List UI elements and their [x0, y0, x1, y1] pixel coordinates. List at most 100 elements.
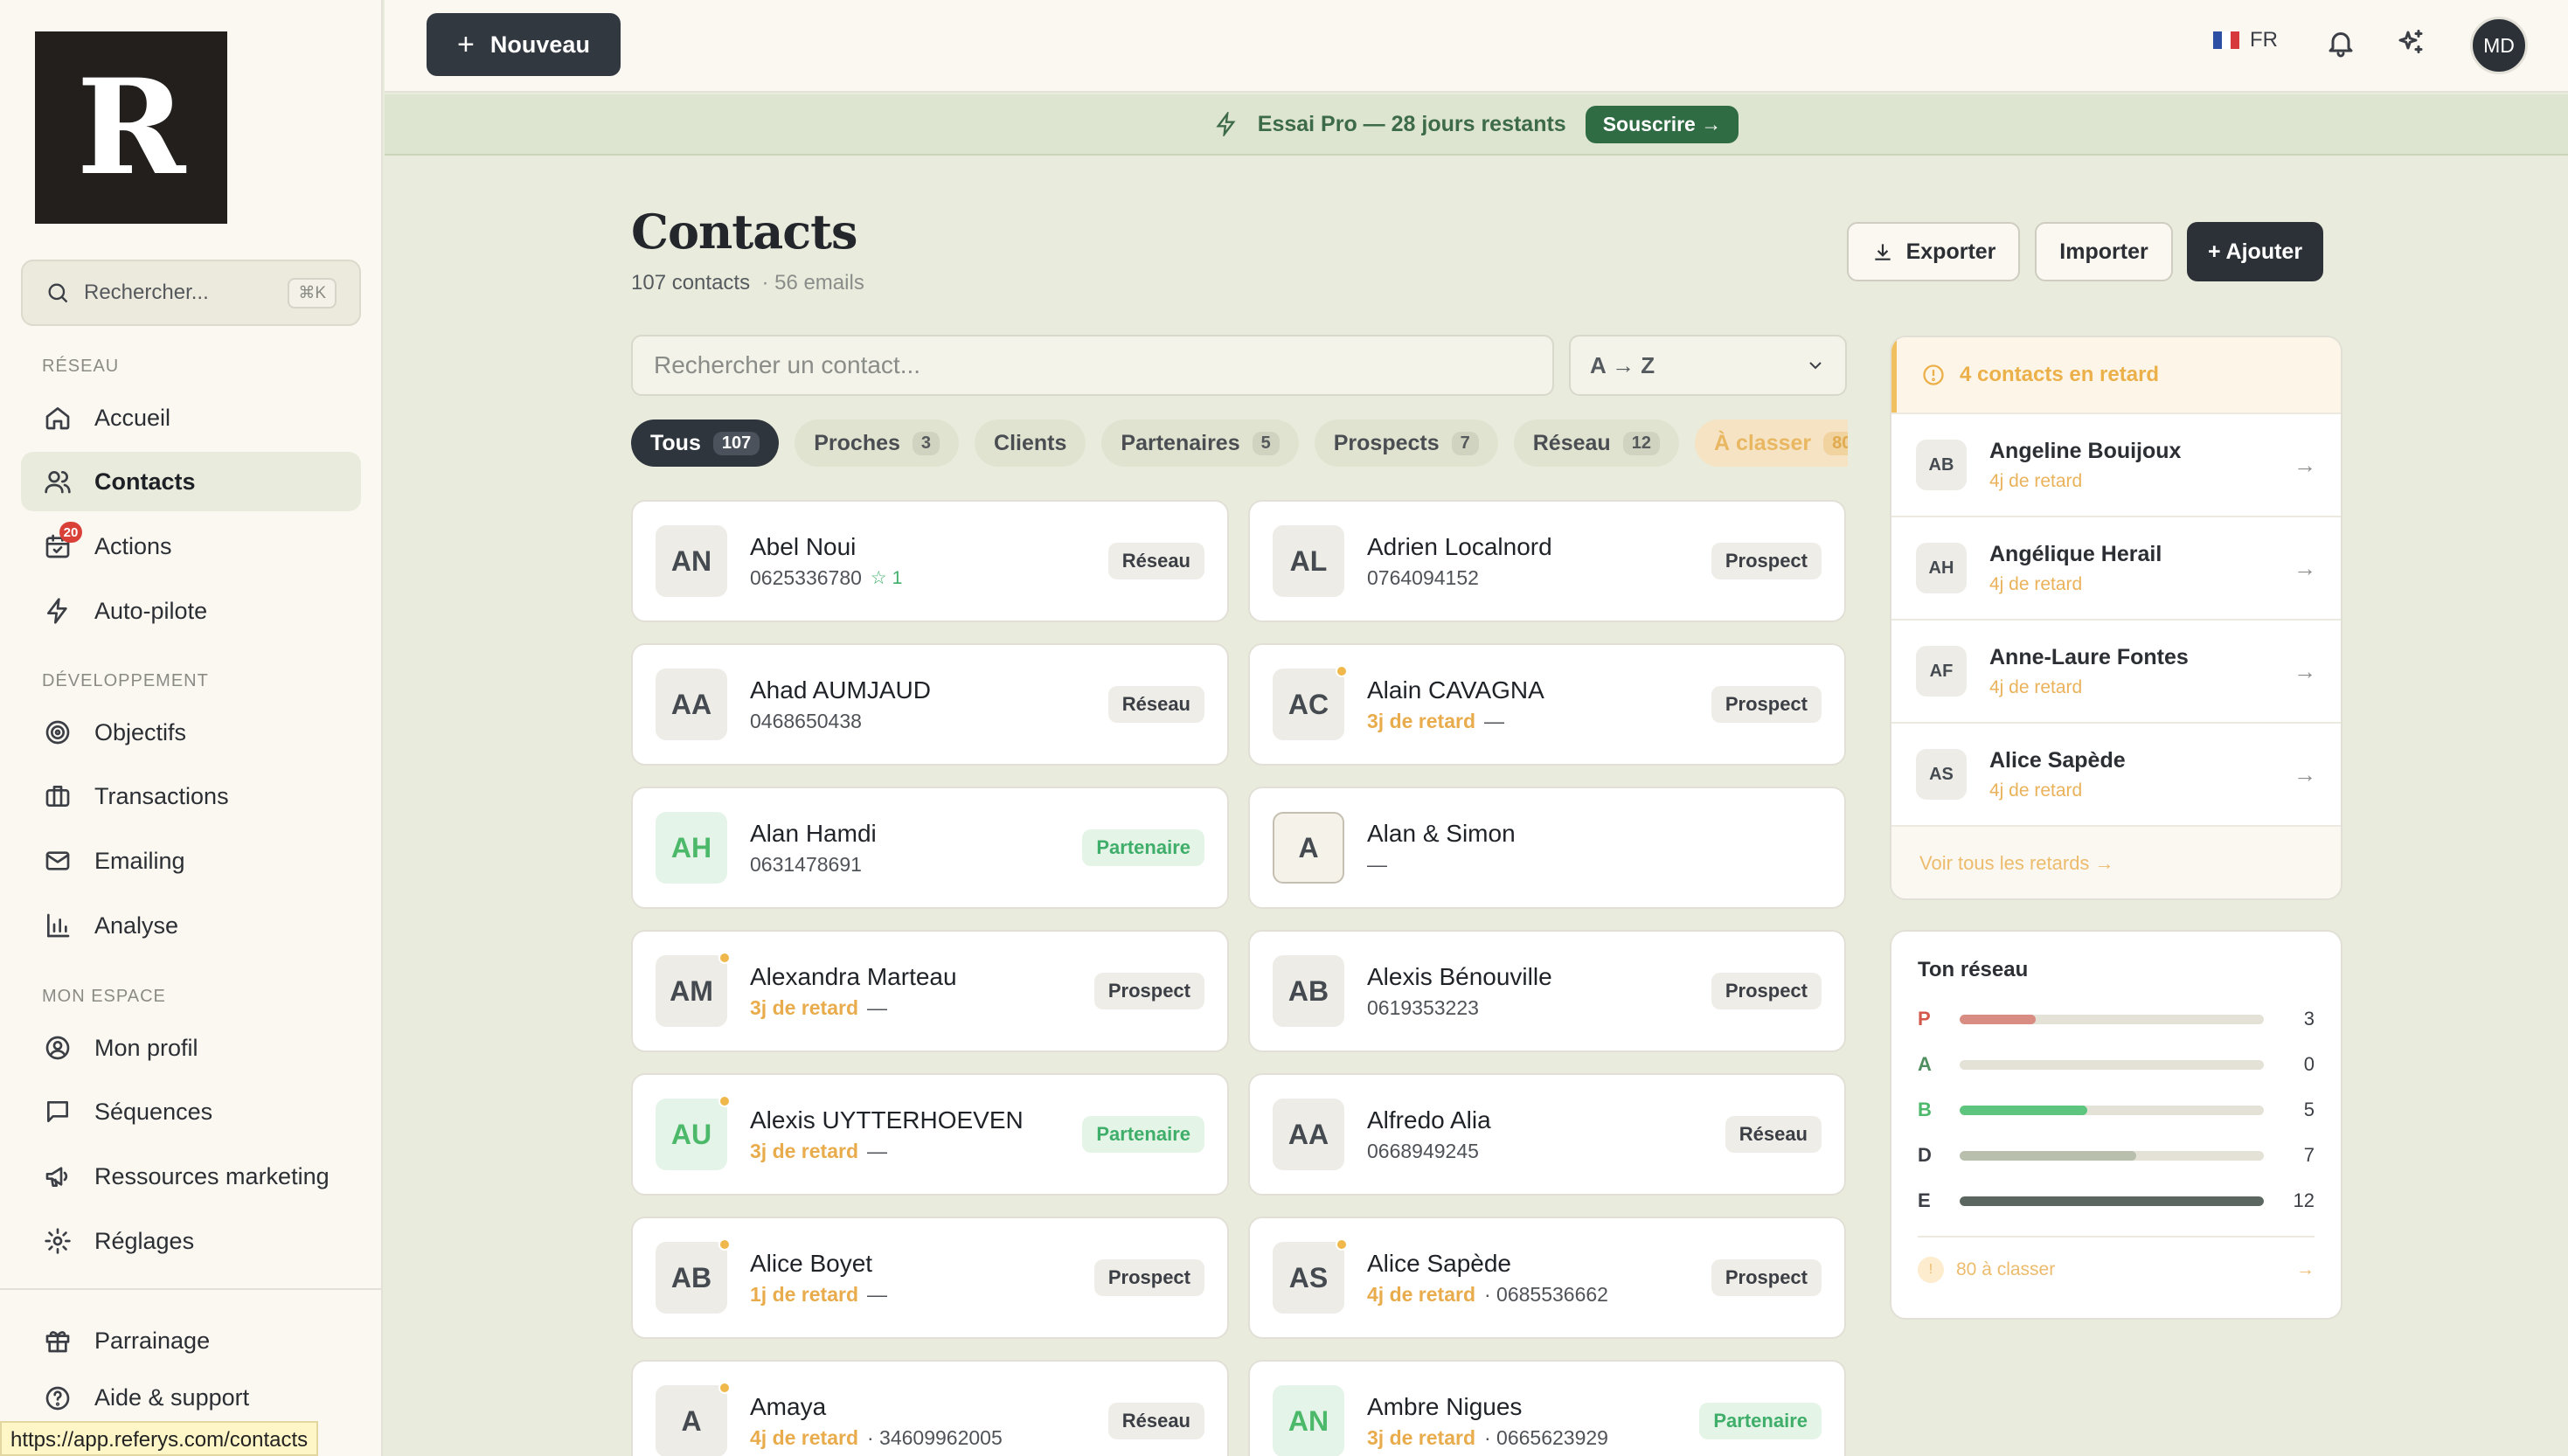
sidebar-item-ressources-marketing[interactable]: Ressources marketing — [21, 1147, 361, 1206]
contact-phone: — — [867, 1139, 887, 1162]
add-contact-button[interactable]: + Ajouter — [2187, 222, 2323, 281]
help-icon — [42, 1383, 73, 1414]
sidebar-item-transactions[interactable]: Transactions — [21, 766, 361, 826]
sidebar-item-emailing[interactable]: Emailing — [21, 831, 361, 891]
contact-card[interactable]: AA Alfredo Alia 0668949245 Réseau — [1248, 1073, 1846, 1196]
bell-icon[interactable] — [2325, 27, 2356, 63]
emails-count: · 56 emails — [761, 271, 864, 295]
sidebar-item-actions[interactable]: 20 Actions — [21, 517, 361, 576]
filter-label: Prospects — [1333, 430, 1440, 455]
overdue-row[interactable]: AF Anne-Laure Fontes 4j de retard → — [1891, 619, 2341, 722]
contact-card[interactable]: AN Abel Noui 0625336780 ☆ 1 Réseau — [631, 500, 1229, 622]
warning-badge-icon: ! — [1918, 1257, 1944, 1283]
late-indicator: 4j de retard — [1367, 1282, 1475, 1306]
overdue-avatar: AF — [1916, 646, 1967, 697]
sparkles-icon[interactable] — [2395, 27, 2426, 63]
alert-circle-icon — [1923, 364, 1944, 385]
filter-reseau[interactable]: Réseau 12 — [1513, 419, 1679, 467]
sidebar-item-reglages[interactable]: Réglages — [21, 1211, 361, 1271]
sidebar-item-label: Contacts — [94, 468, 196, 495]
new-button[interactable]: + Nouveau — [427, 13, 621, 76]
bolt-icon — [42, 595, 73, 627]
contact-details: 3j de retard — — [750, 1140, 1024, 1163]
contact-tag: Partenaire — [1699, 1403, 1822, 1439]
overdue-row[interactable]: AS Alice Sapède 4j de retard → — [1891, 722, 2341, 825]
sidebar-item-objectifs[interactable]: Objectifs — [21, 703, 361, 762]
filter-clients[interactable]: Clients — [975, 419, 1086, 467]
contact-card[interactable]: AB Alice Boyet 1j de retard — Prospect — [631, 1217, 1229, 1339]
sidebar-item-aide-support[interactable]: Aide & support — [21, 1375, 361, 1421]
network-letter: D — [1918, 1144, 1932, 1166]
sidebar-item-mon-profil[interactable]: Mon profil — [21, 1018, 361, 1078]
sidebar-item-label: Objectifs — [94, 718, 187, 745]
import-button[interactable]: Importer — [2035, 222, 2173, 281]
contact-name: Alexis UYTTERHOEVEN — [750, 1106, 1024, 1134]
contact-info: Alexis UYTTERHOEVEN 3j de retard — — [750, 1106, 1024, 1163]
sidebar-item-analyse[interactable]: Analyse — [21, 896, 361, 955]
contact-card[interactable]: A Alan & Simon — — [1248, 787, 1846, 909]
contact-phone: 0668949245 — [1367, 1139, 1479, 1162]
contact-card[interactable]: AC Alain CAVAGNA 3j de retard — Prospect — [1248, 643, 1846, 766]
contact-card[interactable]: AB Alexis Bénouville 0619353223 Prospect — [1248, 930, 1846, 1052]
filter-proches[interactable]: Proches 3 — [795, 419, 960, 467]
new-button-label: Nouveau — [489, 31, 590, 58]
download-icon — [1874, 244, 1891, 260]
contact-card[interactable]: AL Adrien Localnord 0764094152 Prospect — [1248, 500, 1846, 622]
import-label: Importer — [2059, 239, 2148, 264]
language-label: FR — [2250, 28, 2278, 52]
contact-avatar: A — [1273, 812, 1344, 884]
sort-select[interactable]: A → Z — [1569, 335, 1847, 396]
sidebar-item-label: Actions — [94, 532, 172, 559]
network-letter: P — [1918, 1008, 1931, 1030]
actions-badge: 20 — [59, 522, 82, 543]
sidebar-item-parrainage[interactable]: Parrainage — [21, 1311, 361, 1370]
contact-card[interactable]: AH Alan Hamdi 0631478691 Partenaire — [631, 787, 1229, 909]
filter-count: 12 — [1622, 431, 1660, 455]
sidebar-item-auto-pilote[interactable]: Auto-pilote — [21, 581, 361, 641]
contact-info: Alexis Bénouville 0619353223 — [1367, 963, 1552, 1020]
contact-card[interactable]: A Amaya 4j de retard · 34609962005 Réseau — [631, 1360, 1229, 1456]
contact-info: Alan & Simon — — [1367, 820, 1516, 877]
see-all-overdue-link[interactable]: Voir tous les retards → — [1891, 825, 2341, 898]
language-selector[interactable]: FR — [2213, 28, 2278, 52]
contact-card[interactable]: AS Alice Sapède 4j de retard · 0685536662… — [1248, 1217, 1846, 1339]
pending-dot — [718, 1382, 731, 1394]
subscribe-button[interactable]: Souscrire → — [1585, 105, 1739, 143]
contacts-count: 107 contacts — [631, 271, 751, 295]
network-footer[interactable]: ! 80 à classer → — [1918, 1236, 2315, 1283]
app-logo[interactable]: R — [35, 31, 227, 224]
filter-partenaires[interactable]: Partenaires 5 — [1101, 419, 1299, 467]
contact-name: Alice Sapède — [1367, 1249, 1512, 1277]
contact-tag: Prospect — [1711, 543, 1822, 579]
export-button[interactable]: Exporter — [1847, 222, 2020, 281]
contact-avatar: AB — [1273, 955, 1344, 1027]
sidebar-item-accueil[interactable]: Accueil — [21, 388, 361, 447]
contact-card[interactable]: AU Alexis UYTTERHOEVEN 3j de retard — Par… — [631, 1073, 1229, 1196]
user-avatar[interactable]: MD — [2470, 17, 2528, 74]
filter-count: 7 — [1451, 431, 1479, 455]
avatar-initials: AM — [670, 974, 713, 1007]
avatar-initials: AU — [670, 1118, 712, 1150]
overdue-row[interactable]: AH Angélique Herail 4j de retard → — [1891, 516, 2341, 619]
filter-label: Réseau — [1532, 430, 1611, 455]
contact-card[interactable]: AM Alexandra Marteau 3j de retard — Prosp… — [631, 930, 1229, 1052]
contact-info: Alfredo Alia 0668949245 — [1367, 1106, 1491, 1163]
overdue-row[interactable]: AB Angeline Bouijoux 4j de retard → — [1891, 413, 2341, 516]
avatar-initials: AA — [670, 688, 712, 720]
sidebar-search-placeholder: Rechercher... — [84, 281, 209, 304]
contact-search-input[interactable]: Rechercher un contact... — [631, 335, 1554, 396]
filter-tous[interactable]: Tous 107 — [631, 419, 780, 467]
filter-prospects[interactable]: Prospects 7 — [1314, 419, 1498, 467]
sidebar-item-label: Accueil — [94, 404, 171, 431]
to-classify-link: 80 à classer — [1956, 1259, 2056, 1279]
contact-tag: Prospect — [1093, 1259, 1204, 1296]
filter-a-classer[interactable]: À classer 80 — [1694, 419, 1848, 467]
sidebar-item-contacts[interactable]: Contacts — [21, 452, 361, 511]
sidebar-item-label: Séquences — [94, 1098, 213, 1125]
contact-name: Amaya — [750, 1392, 827, 1420]
sidebar-item-sequences[interactable]: Séquences — [21, 1082, 361, 1141]
contact-tag: Réseau — [1725, 1116, 1822, 1153]
sidebar-search[interactable]: Rechercher... ⌘K — [21, 260, 361, 326]
contact-card[interactable]: AA Ahad AUMJAUD 0468650438 Réseau — [631, 643, 1229, 766]
contact-card[interactable]: AN Ambre Nigues 3j de retard · 0665623929… — [1248, 1360, 1846, 1456]
